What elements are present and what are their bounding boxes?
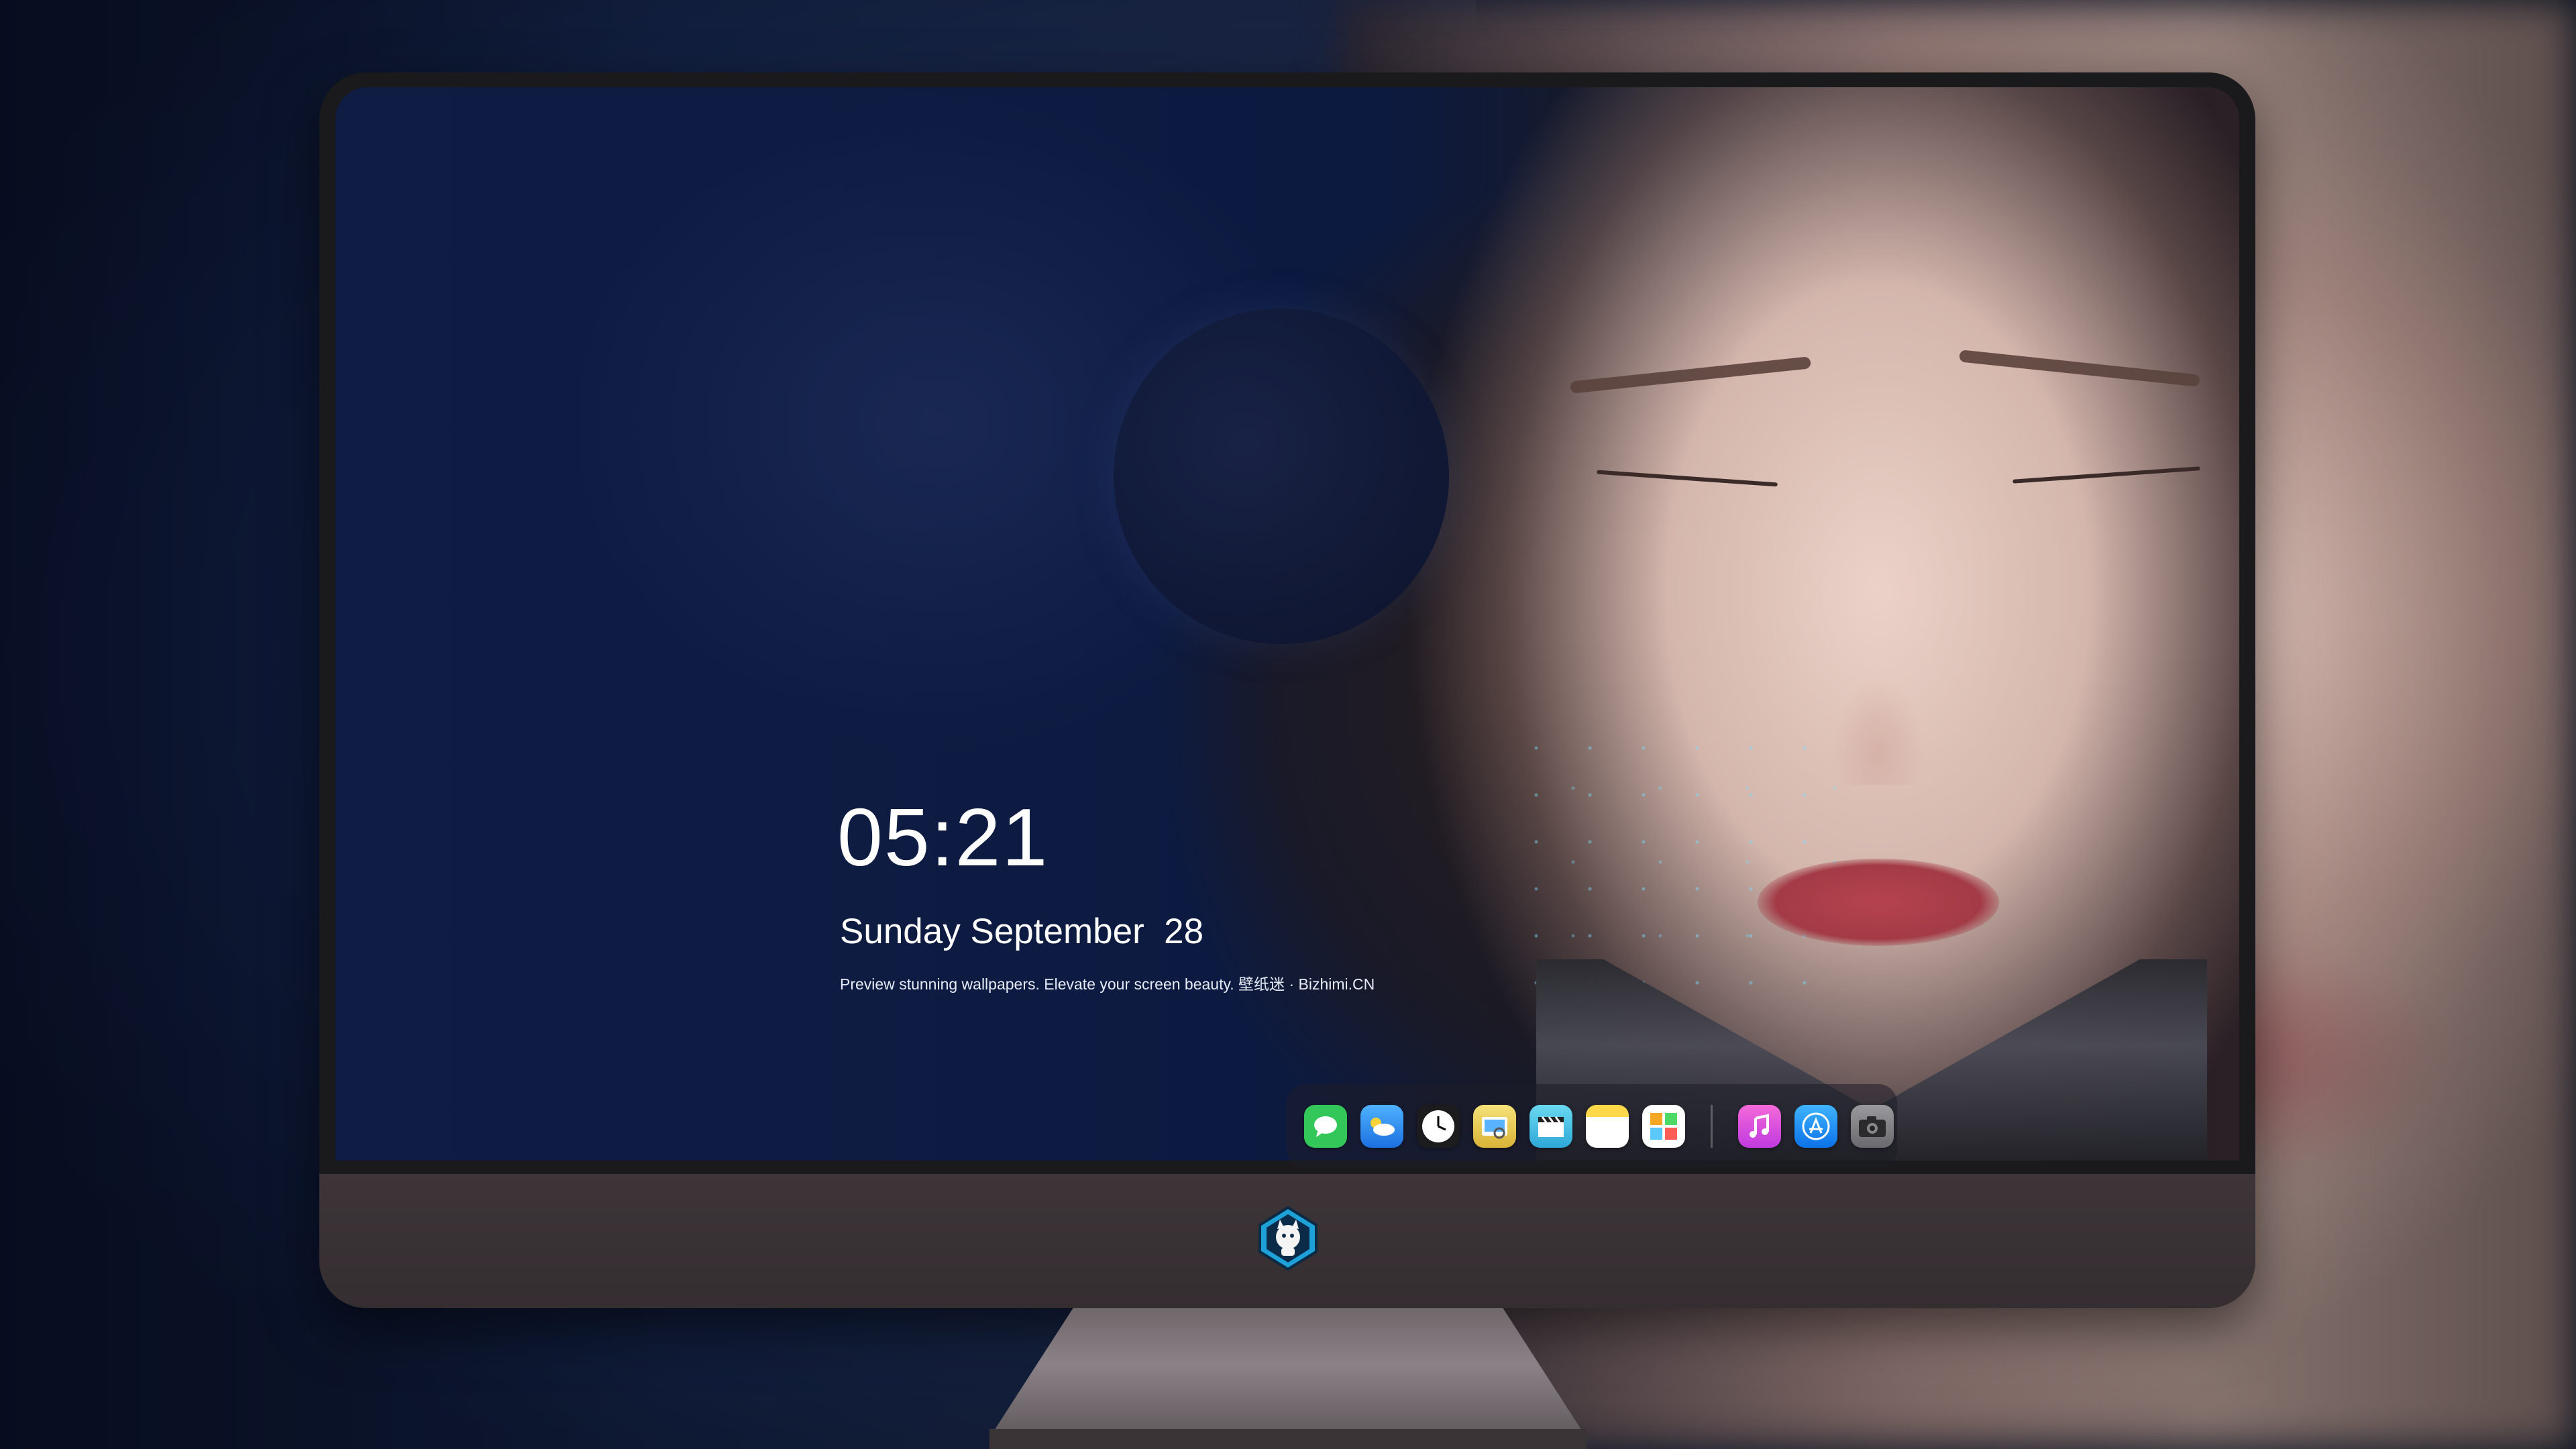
monitor-stand [989,1308,1587,1449]
messages-icon[interactable] [1304,1105,1347,1148]
monitor: 05:21 Sunday September 28 Preview stunni… [319,72,2255,1308]
wallpaper-screen: 05:21 Sunday September 28 Preview stunni… [335,87,2239,1161]
camera-icon[interactable] [1851,1105,1894,1148]
lockscreen-tagline: Preview stunning wallpapers. Elevate you… [840,975,1375,993]
preview-icon[interactable] [1473,1105,1516,1148]
app-store-icon[interactable] [1794,1105,1837,1148]
cat-mascot-logo-icon [1258,1205,1318,1271]
monitor-chin [319,1174,2255,1308]
clips-icon[interactable] [1529,1105,1572,1148]
clock-icon[interactable] [1417,1105,1460,1148]
monitor-stand-base [989,1429,1587,1449]
star-particles [1509,724,1845,993]
right-eye [2012,466,2200,484]
photo-gallery-icon[interactable] [1642,1105,1685,1148]
planet-shape [1114,309,1449,644]
left-eye [1597,470,1778,487]
music-icon[interactable] [1738,1105,1781,1148]
lockscreen-time: 05:21 [837,792,1049,883]
left-eyebrow [1570,356,1811,394]
nose-shading [1831,678,1925,785]
dock-separator [1711,1105,1713,1148]
lips [1758,859,1999,946]
right-eyebrow [1959,350,2200,387]
lockscreen-date: Sunday September 28 [840,912,1204,951]
dock [1287,1084,1897,1169]
notes-icon[interactable] [1586,1105,1629,1148]
weather-icon[interactable] [1360,1105,1403,1148]
